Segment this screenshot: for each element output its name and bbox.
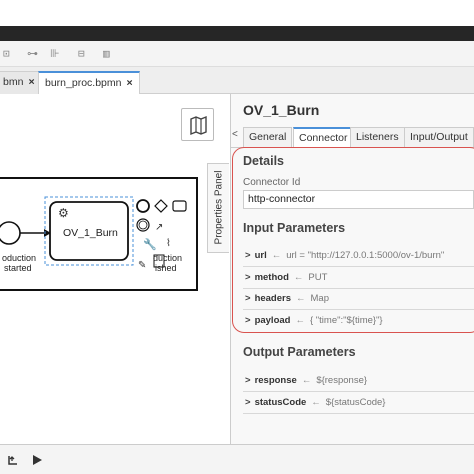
gear-icon: ⚙ (58, 206, 69, 220)
distribute-icon[interactable]: ⊟ (78, 47, 85, 61)
play-icon[interactable] (31, 454, 43, 466)
connect-icon[interactable]: ↗ (155, 222, 163, 233)
gateway-pad-icon[interactable] (154, 199, 168, 213)
properties-panel-toggle-label: Properties Panel (213, 170, 225, 245)
start-event[interactable] (0, 221, 21, 245)
divider (243, 391, 474, 392)
wrench-icon[interactable]: 🔧 (143, 237, 157, 251)
color-icon[interactable]: ✎ (138, 260, 146, 271)
bar-chart-icon[interactable]: ▥ (103, 47, 110, 61)
file-tab-strip: bmn × burn_proc.bpmn × (0, 67, 474, 95)
toolbar: ⊡ ⊶ ⊪ ⊟ ▥ (0, 41, 474, 67)
output-param-response[interactable]: > response ← ${response} (245, 374, 367, 388)
task-label: OV_1_Burn (63, 227, 118, 239)
grid-icon[interactable]: ⊡ (3, 47, 10, 61)
output-parameters-title: Output Parameters (243, 345, 356, 359)
branch-icon[interactable]: ⊶ (27, 47, 38, 61)
chevron-right-icon: > (245, 375, 251, 386)
arrow-left-icon: ← (301, 375, 312, 386)
text-annotation-icon[interactable]: ⌇ (166, 238, 171, 249)
minimap-button[interactable] (181, 108, 214, 141)
close-icon[interactable]: × (126, 77, 132, 89)
tab-connector[interactable]: Connector (293, 127, 354, 148)
file-tab-burn-proc[interactable]: burn_proc.bpmn × (38, 71, 140, 95)
panel-title: OV_1_Burn (243, 102, 320, 118)
end-event-label-1: duction (153, 253, 183, 263)
file-tab-label: bmn (3, 76, 24, 88)
properties-panel-toggle[interactable]: Properties Panel (207, 163, 229, 253)
start-event-label-1: oduction (2, 253, 37, 263)
chevron-right-icon: > (245, 397, 251, 408)
end-event-pad-icon[interactable] (136, 199, 150, 213)
chevron-left-icon[interactable]: < (232, 129, 238, 140)
end-event-label-2: ished (155, 263, 177, 273)
file-tab-label: burn_proc.bpmn (45, 77, 122, 89)
tab-listeners[interactable]: Listeners (350, 127, 405, 148)
file-tab-previous[interactable]: bmn × (0, 71, 42, 94)
start-event-label-2: started (4, 263, 32, 273)
map-icon (190, 115, 207, 136)
title-bar (0, 26, 474, 41)
output-param-status-code[interactable]: > statusCode ← ${statusCode} (245, 396, 385, 410)
tab-input-output[interactable]: Input/Output (404, 127, 474, 148)
task-pad-icon[interactable] (172, 200, 187, 212)
divider (243, 413, 474, 414)
close-icon[interactable]: × (28, 76, 34, 88)
tab-general[interactable]: General (243, 127, 293, 148)
arrow-left-icon: ← (311, 397, 321, 408)
bottom-toolbar (0, 444, 474, 474)
window-top-strip (0, 0, 474, 26)
deploy-icon[interactable] (7, 454, 19, 466)
highlight-annotation (232, 147, 474, 333)
columns-icon[interactable]: ⊪ (50, 47, 60, 61)
